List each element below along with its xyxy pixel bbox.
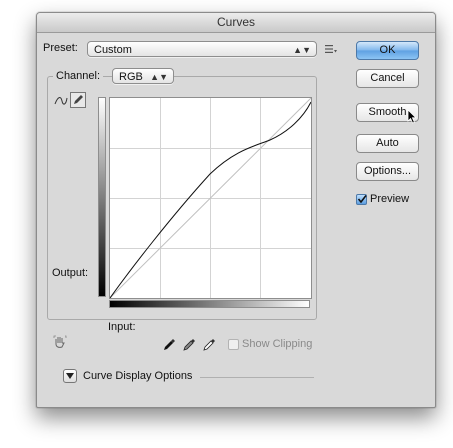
white-point-eyedropper-icon[interactable] bbox=[201, 336, 217, 352]
preview-label: Preview bbox=[370, 193, 410, 205]
curve-display-options-toggle[interactable] bbox=[63, 369, 77, 383]
on-image-adjust-icon[interactable] bbox=[52, 334, 68, 350]
input-gradient-bar bbox=[109, 300, 310, 308]
input-label: Input: bbox=[108, 321, 136, 333]
auto-button[interactable]: Auto bbox=[356, 134, 419, 153]
mouse-cursor-icon bbox=[407, 109, 417, 127]
curve-graph[interactable] bbox=[109, 97, 312, 299]
baseline-diagonal bbox=[110, 98, 311, 298]
show-clipping-label: Show Clipping bbox=[242, 338, 313, 350]
options-button[interactable]: Options... bbox=[356, 162, 419, 181]
black-point-eyedropper-icon[interactable] bbox=[161, 336, 177, 352]
output-gradient-bar bbox=[98, 97, 106, 297]
curve-point-tool-icon[interactable] bbox=[53, 93, 69, 109]
curve-display-options-label: Curve Display Options bbox=[83, 370, 193, 382]
dialog-title: Curves bbox=[37, 13, 435, 33]
section-divider bbox=[200, 377, 314, 378]
dropdown-arrows-icon: ▲▼ bbox=[293, 45, 311, 55]
preset-value: Custom bbox=[94, 44, 132, 56]
channel-dropdown[interactable]: RGB ▲▼ bbox=[112, 68, 174, 84]
channel-value: RGB bbox=[119, 71, 143, 83]
curves-dialog: Curves Preset: Custom ▲▼ OK Cancel Smoot… bbox=[36, 12, 436, 408]
gray-point-eyedropper-icon[interactable] bbox=[181, 336, 197, 352]
show-clipping-checkbox[interactable] bbox=[228, 339, 239, 350]
channel-label: Channel: bbox=[53, 70, 104, 82]
pencil-tool-icon[interactable] bbox=[70, 92, 86, 108]
preview-checkbox[interactable] bbox=[356, 194, 367, 205]
output-label: Output: bbox=[52, 267, 89, 279]
disclosure-triangle-icon bbox=[66, 373, 74, 379]
dropdown-arrows-icon: ▲▼ bbox=[150, 72, 168, 82]
preset-label: Preset: bbox=[43, 42, 78, 54]
cancel-button[interactable]: Cancel bbox=[356, 69, 419, 88]
preset-dropdown[interactable]: Custom ▲▼ bbox=[87, 41, 317, 57]
ok-button[interactable]: OK bbox=[356, 41, 419, 60]
preset-menu-icon[interactable] bbox=[323, 41, 339, 57]
